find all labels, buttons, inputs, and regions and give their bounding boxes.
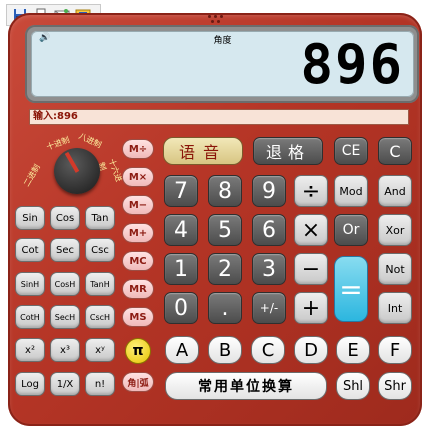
input-field: 输入:896 xyxy=(29,109,409,125)
hex-f-button[interactable]: F xyxy=(378,336,412,364)
clear-button[interactable]: C xyxy=(378,137,412,165)
divide-button[interactable]: ÷ xyxy=(294,175,328,207)
memory-divide-button[interactable]: M÷ xyxy=(122,139,154,159)
digit-1-button[interactable]: 1 xyxy=(164,253,198,285)
memory-recall-button[interactable]: MR xyxy=(122,279,154,299)
power-button[interactable]: xʸ xyxy=(85,338,115,362)
speaker-dots xyxy=(205,13,225,25)
sinh-button[interactable]: SinH xyxy=(15,272,45,296)
display: 🔊 角度 896 xyxy=(31,31,414,97)
hex-a-button[interactable]: A xyxy=(165,336,199,364)
hex-b-button[interactable]: B xyxy=(208,336,242,364)
tanh-button[interactable]: TanH xyxy=(85,272,115,296)
not-button[interactable]: Not xyxy=(378,253,412,285)
sin-button[interactable]: Sin xyxy=(15,206,45,230)
subtract-button[interactable]: − xyxy=(294,253,328,285)
and-button[interactable]: And xyxy=(378,175,412,207)
log-button[interactable]: Log xyxy=(15,372,45,396)
tan-button[interactable]: Tan xyxy=(85,206,115,230)
mod-button[interactable]: Mod xyxy=(334,175,368,207)
sec-button[interactable]: Sec xyxy=(50,238,80,262)
hex-d-button[interactable]: D xyxy=(294,336,328,364)
or-button[interactable]: Or xyxy=(334,214,368,246)
clear-entry-button[interactable]: CE xyxy=(334,137,368,165)
digit-4-button[interactable]: 4 xyxy=(164,214,198,246)
hex-c-button[interactable]: C xyxy=(251,336,285,364)
pi-button[interactable]: π xyxy=(125,338,151,364)
xor-button[interactable]: Xor xyxy=(378,214,412,246)
digit-8-button[interactable]: 8 xyxy=(208,175,242,207)
cos-button[interactable]: Cos xyxy=(50,206,80,230)
memory-add-button[interactable]: M+ xyxy=(122,223,154,243)
sech-button[interactable]: SecH xyxy=(50,305,80,329)
digit-7-button[interactable]: 7 xyxy=(164,175,198,207)
sign-toggle-button[interactable]: +/- xyxy=(252,292,286,324)
cot-button[interactable]: Cot xyxy=(15,238,45,262)
dial-indicator xyxy=(64,151,80,173)
voice-button[interactable]: 语音 xyxy=(163,137,243,165)
add-button[interactable]: + xyxy=(294,292,328,324)
shift-right-button[interactable]: Shr xyxy=(378,372,412,400)
memory-multiply-button[interactable]: M× xyxy=(122,167,154,187)
backspace-button[interactable]: 退格 xyxy=(253,137,323,165)
cube-button[interactable]: x³ xyxy=(50,338,80,362)
memory-subtract-button[interactable]: M− xyxy=(122,195,154,215)
coth-button[interactable]: CotH xyxy=(15,305,45,329)
digit-2-button[interactable]: 2 xyxy=(208,253,242,285)
square-button[interactable]: x² xyxy=(15,338,45,362)
unit-conversion-button[interactable]: 常用单位换算 xyxy=(165,372,327,400)
cosh-button[interactable]: CosH xyxy=(50,272,80,296)
csch-button[interactable]: CscH xyxy=(85,305,115,329)
display-value: 896 xyxy=(300,33,404,96)
multiply-button[interactable]: × xyxy=(294,214,328,246)
int-button[interactable]: Int xyxy=(378,292,412,324)
csc-button[interactable]: Csc xyxy=(85,238,115,262)
equals-button[interactable]: = xyxy=(334,256,368,322)
shift-left-button[interactable]: Shl xyxy=(336,372,370,400)
base-dial[interactable]: 二进制 十进制 八进制 十六进制 xyxy=(16,130,126,202)
dial-label-binary: 二进制 xyxy=(22,162,42,189)
digit-6-button[interactable]: 6 xyxy=(252,214,286,246)
dial-knob[interactable] xyxy=(54,148,100,194)
digit-9-button[interactable]: 9 xyxy=(252,175,286,207)
reciprocal-button[interactable]: 1/X xyxy=(50,372,80,396)
angle-radian-toggle[interactable]: 角|弧 xyxy=(122,372,154,392)
hex-e-button[interactable]: E xyxy=(336,336,370,364)
digit-5-button[interactable]: 5 xyxy=(208,214,242,246)
digit-0-button[interactable]: 0 xyxy=(164,292,198,324)
memory-store-button[interactable]: MS xyxy=(122,307,154,327)
digit-3-button[interactable]: 3 xyxy=(252,253,286,285)
factorial-button[interactable]: n! xyxy=(85,372,115,396)
memory-clear-button[interactable]: MC xyxy=(122,251,154,271)
decimal-point-button[interactable]: . xyxy=(208,292,242,324)
